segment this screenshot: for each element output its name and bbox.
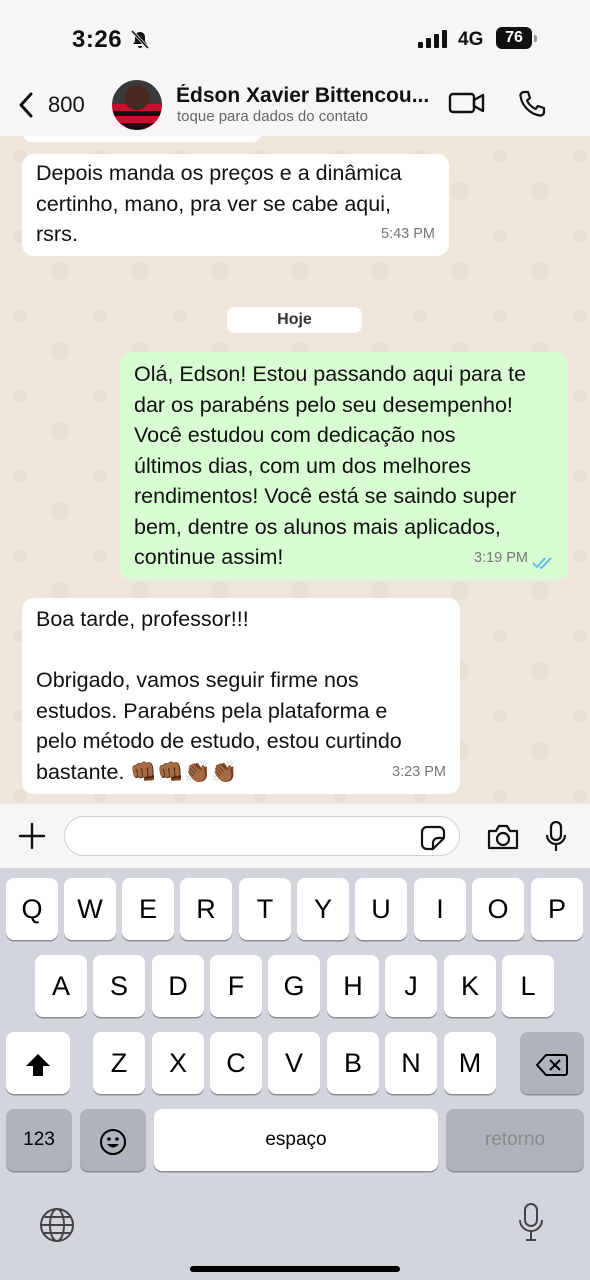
key-q[interactable]: Q bbox=[6, 878, 58, 940]
status-time: 3:26 bbox=[72, 26, 123, 53]
message-incoming[interactable]: Depois manda os preços e a dinâmica cert… bbox=[22, 154, 449, 256]
message-text: Boa tarde, professor!!! Obrigado, vamos … bbox=[36, 607, 402, 784]
message-outgoing[interactable]: Olá, Edson! Estou passando aqui para te … bbox=[120, 352, 568, 580]
video-call-icon[interactable] bbox=[448, 90, 486, 116]
key-k[interactable]: K bbox=[444, 955, 496, 1017]
message-incoming[interactable]: Boa tarde, professor!!! Obrigado, vamos … bbox=[22, 598, 460, 794]
key-j[interactable]: J bbox=[385, 955, 437, 1017]
signal-icon bbox=[418, 30, 447, 48]
date-separator: Hoje bbox=[227, 307, 362, 333]
key-g[interactable]: G bbox=[268, 955, 320, 1017]
message-text: Depois manda os preços e a dinâmica cert… bbox=[36, 161, 402, 246]
backspace-icon bbox=[536, 1053, 568, 1076]
key-t[interactable]: T bbox=[239, 878, 291, 940]
key-v[interactable]: V bbox=[268, 1032, 320, 1094]
message-time: 3:19 PM bbox=[474, 549, 528, 566]
double-check-icon bbox=[532, 557, 552, 570]
battery-level: 76 bbox=[496, 27, 532, 49]
back-chevron-icon[interactable] bbox=[16, 90, 38, 120]
key-a[interactable]: A bbox=[35, 955, 87, 1017]
emoji-icon bbox=[100, 1128, 126, 1155]
return-key[interactable]: retorno bbox=[446, 1109, 584, 1171]
key-z[interactable]: Z bbox=[93, 1032, 145, 1094]
key-f[interactable]: F bbox=[210, 955, 262, 1017]
emoji-key[interactable] bbox=[80, 1109, 146, 1171]
numbers-key[interactable]: 123 bbox=[6, 1109, 72, 1171]
key-m[interactable]: M bbox=[444, 1032, 496, 1094]
message-time: 5:43 PM bbox=[381, 225, 435, 242]
key-o[interactable]: O bbox=[472, 878, 524, 940]
contact-subtitle[interactable]: toque para dados do contato bbox=[177, 108, 368, 125]
shift-key[interactable] bbox=[6, 1032, 70, 1094]
key-h[interactable]: H bbox=[327, 955, 379, 1017]
message-text: Olá, Edson! Estou passando aqui para te … bbox=[134, 362, 527, 569]
key-s[interactable]: S bbox=[93, 955, 145, 1017]
keyboard: Q W E R T Y U I O P A S D F G H J K L Z … bbox=[0, 868, 590, 1280]
plus-icon[interactable] bbox=[18, 822, 46, 850]
home-indicator[interactable] bbox=[190, 1266, 400, 1272]
network-type: 4G bbox=[458, 29, 484, 50]
chat-header: 800 Édson Xavier Bittencou... toque para… bbox=[0, 78, 590, 137]
globe-icon[interactable] bbox=[38, 1206, 76, 1244]
key-p[interactable]: P bbox=[531, 878, 583, 940]
key-d[interactable]: D bbox=[152, 955, 204, 1017]
composer-bar bbox=[0, 804, 590, 868]
shift-icon bbox=[26, 1053, 50, 1076]
key-r[interactable]: R bbox=[180, 878, 232, 940]
key-x[interactable]: X bbox=[152, 1032, 204, 1094]
key-i[interactable]: I bbox=[414, 878, 466, 940]
bell-slash-icon bbox=[130, 29, 150, 50]
key-u[interactable]: U bbox=[355, 878, 407, 940]
status-bar: 3:26 4G 76 bbox=[0, 0, 590, 78]
phone-icon[interactable] bbox=[516, 88, 548, 120]
message-time: 3:23 PM bbox=[392, 763, 446, 780]
contact-name[interactable]: Édson Xavier Bittencou... bbox=[176, 84, 438, 108]
key-l[interactable]: L bbox=[502, 955, 554, 1017]
message-input[interactable] bbox=[64, 816, 460, 856]
backspace-key[interactable] bbox=[520, 1032, 584, 1094]
back-unread-count[interactable]: 800 bbox=[48, 92, 85, 118]
battery-tip bbox=[534, 35, 537, 42]
sticker-icon[interactable] bbox=[420, 825, 446, 851]
chat-area[interactable]: Depois manda os preços e a dinâmica cert… bbox=[0, 136, 590, 804]
key-n[interactable]: N bbox=[385, 1032, 437, 1094]
key-y[interactable]: Y bbox=[297, 878, 349, 940]
dictation-icon[interactable] bbox=[518, 1202, 544, 1244]
key-w[interactable]: W bbox=[64, 878, 116, 940]
key-c[interactable]: C bbox=[210, 1032, 262, 1094]
avatar[interactable] bbox=[112, 80, 162, 130]
key-e[interactable]: E bbox=[122, 878, 174, 940]
camera-icon[interactable] bbox=[486, 823, 520, 851]
space-key[interactable]: espaço bbox=[154, 1109, 438, 1171]
microphone-icon[interactable] bbox=[545, 820, 567, 854]
previous-message-partial bbox=[22, 136, 262, 142]
key-b[interactable]: B bbox=[327, 1032, 379, 1094]
